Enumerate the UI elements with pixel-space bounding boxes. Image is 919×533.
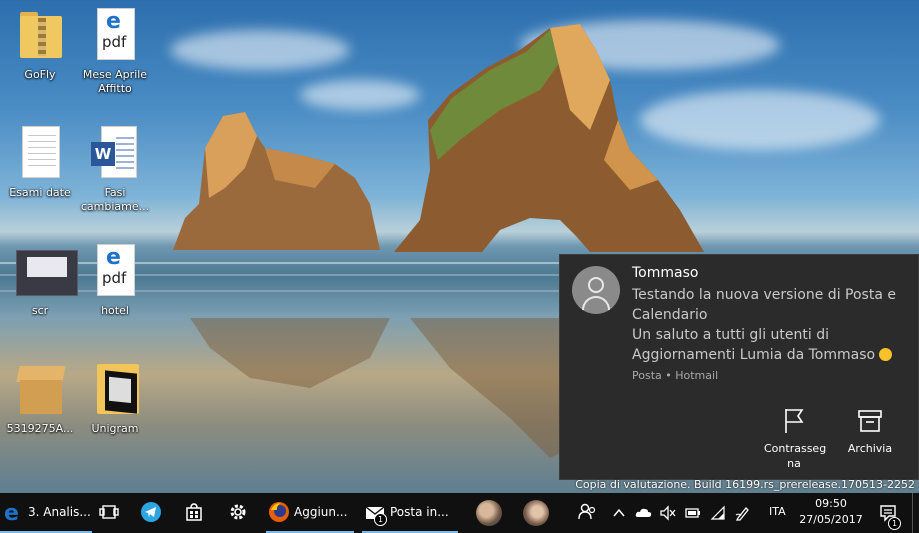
taskbar-app-edge[interactable]: e 3. Analis... — [0, 493, 92, 533]
mail-unread-badge: 1 — [374, 513, 387, 526]
taskbar-app-settings[interactable] — [225, 493, 253, 533]
desktop-icon-label: scr — [31, 304, 49, 317]
desktop-icon-label: Mese Aprile Affitto — [82, 68, 148, 95]
taskbar-app-store[interactable] — [181, 493, 209, 533]
battery-icon[interactable] — [685, 505, 701, 521]
archive-action-button[interactable]: Archivia — [832, 407, 908, 456]
notification-sender: Tommaso — [632, 265, 699, 281]
text-document-icon — [16, 126, 64, 182]
screenshot-thumbnail-icon — [16, 244, 78, 300]
edge-pdf-icon: e pdf — [91, 8, 139, 64]
svg-text:e: e — [4, 501, 19, 523]
taskbar: e 3. Analis... Aggiun... 1 Posta in... I… — [0, 493, 919, 533]
taskbar-app-firefox[interactable]: Aggiun... — [266, 493, 354, 533]
desktop-icon-scr[interactable]: scr — [2, 244, 78, 318]
clock-date: 27/05/2017 — [799, 513, 863, 526]
system-clock[interactable]: 09:50 27/05/2017 — [796, 496, 866, 528]
mail-notification-toast[interactable]: Tommaso Testando la nuova versione di Po… — [559, 254, 919, 480]
desktop-icon-label: hotel — [101, 304, 129, 317]
action-center-button[interactable]: 1 — [876, 493, 901, 533]
onedrive-cloud-icon[interactable] — [635, 505, 652, 521]
desktop-icon-label: Fasi cambiame... — [80, 186, 150, 213]
contact-photo-icon — [476, 500, 502, 526]
contact-avatar-icon — [572, 266, 620, 314]
archive-icon — [856, 407, 884, 435]
settings-gear-icon — [227, 501, 249, 523]
taskbar-app-telegram[interactable] — [138, 493, 166, 533]
rock-reflection — [190, 318, 390, 388]
taskbar-app-label: Posta in... — [390, 505, 449, 519]
desktop-icon-hotel[interactable]: e pdf hotel — [77, 244, 153, 318]
taskbar-pinned-contact[interactable] — [474, 493, 502, 533]
desktop-icon-fasi-cambiamento[interactable]: W Fasi cambiame... — [77, 126, 153, 214]
taskbar-pinned-contact[interactable] — [521, 493, 549, 533]
edge-logo-mark: e — [106, 9, 121, 34]
notification-message-line: Un saluto a tutti gli utenti di — [632, 327, 829, 343]
desktop-icon-mese-aprile-affitto[interactable]: e pdf Mese Aprile Affitto — [77, 8, 153, 96]
input-language-indicator[interactable]: ITA — [769, 505, 786, 518]
pdf-text: pdf — [102, 33, 127, 51]
desktop-icon-label: Esami date — [9, 186, 71, 199]
pdf-text: pdf — [102, 269, 127, 287]
taskbar-task-view[interactable] — [96, 493, 124, 533]
pen-icon[interactable] — [735, 505, 751, 521]
desktop-icon-label: GoFly — [24, 68, 56, 81]
taskbar-people-button[interactable] — [574, 493, 600, 533]
wifi-icon[interactable] — [710, 505, 726, 521]
notification-message-line-last: Aggiornamenti Lumia da Tommaso — [632, 345, 904, 365]
notification-message-text: Aggiornamenti Lumia da Tommaso — [632, 347, 876, 363]
evaluation-watermark: Copia di valutazione. Build 16199.rs_pre… — [575, 478, 915, 491]
firefox-icon — [268, 501, 290, 523]
desktop-icon-esami-date[interactable]: Esami date — [2, 126, 78, 200]
archive-action-label: Archivia — [847, 442, 893, 455]
notification-source: Posta • Hotmail — [632, 369, 719, 382]
edge-icon: e — [2, 501, 24, 526]
desktop-icon-gofly[interactable]: GoFly — [2, 8, 78, 82]
taskbar-app-mail[interactable]: 1 Posta in... — [362, 493, 458, 533]
contact-photo-icon — [523, 500, 549, 526]
store-icon — [183, 501, 205, 523]
edge-pdf-icon: e pdf — [91, 244, 139, 300]
show-desktop-button[interactable] — [912, 493, 919, 533]
notification-message: Testando la nuova versione di Posta e Ca… — [632, 285, 904, 365]
desktop-icon-package[interactable]: 5319275A... — [2, 362, 78, 436]
volume-muted-icon[interactable] — [660, 505, 676, 521]
word-logo-mark: W — [91, 142, 115, 166]
action-center-badge: 1 — [888, 517, 901, 530]
task-view-icon — [98, 501, 120, 523]
word-document-icon: W — [91, 126, 139, 182]
chevron-up-icon[interactable] — [611, 505, 627, 521]
edge-logo-mark: e — [106, 245, 121, 270]
zip-folder-icon — [16, 8, 64, 64]
wallpaper-cloud — [170, 30, 350, 70]
telegram-icon — [140, 501, 162, 523]
desktop-icon-label: 5319275A... — [6, 422, 74, 435]
arch-sea-stack — [394, 24, 704, 252]
taskbar-app-label: 3. Analis... — [28, 505, 91, 519]
package-box-icon — [16, 362, 66, 418]
taskbar-app-label: Aggiun... — [294, 505, 348, 519]
flag-icon — [780, 407, 808, 435]
left-sea-stack — [173, 112, 380, 250]
smiley-emoji-icon — [879, 348, 893, 361]
flag-action-button[interactable]: Contrasseg na — [756, 407, 832, 471]
people-icon — [576, 501, 598, 523]
notification-message-line: Testando la nuova versione di Posta e — [632, 287, 896, 303]
notification-message-line: Calendario — [632, 307, 708, 323]
desktop-icon-label: Unigram — [91, 422, 139, 435]
unigram-folder-icon — [91, 362, 139, 418]
clock-time: 09:50 — [815, 497, 847, 510]
desktop-icon-unigram[interactable]: Unigram — [77, 362, 153, 436]
flag-action-label: Contrasseg na — [764, 442, 827, 470]
